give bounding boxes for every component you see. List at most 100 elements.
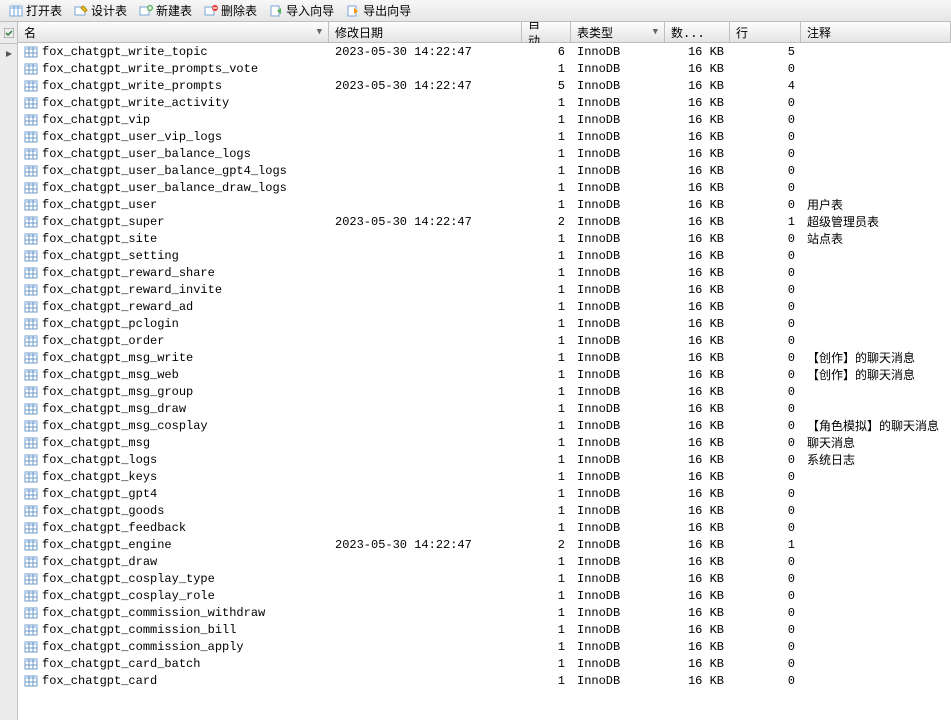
header-rows[interactable]: 行	[730, 22, 801, 42]
row-size: 16 KB	[665, 436, 730, 450]
row-name: fox_chatgpt_cosplay_role	[42, 589, 215, 603]
table-row[interactable]: fox_chatgpt_user1InnoDB16 KB0用户表	[18, 196, 951, 213]
row-comment: 【角色模拟】的聊天消息	[801, 417, 951, 434]
table-row[interactable]: fox_chatgpt_order1InnoDB16 KB0	[18, 332, 951, 349]
table-row[interactable]: fox_chatgpt_pclogin1InnoDB16 KB0	[18, 315, 951, 332]
table-row[interactable]: fox_chatgpt_msg_cosplay1InnoDB16 KB0【角色模…	[18, 417, 951, 434]
table-icon	[24, 96, 38, 110]
new-table-label: 新建表	[156, 2, 192, 19]
table-row[interactable]: fox_chatgpt_reward_ad1InnoDB16 KB0	[18, 298, 951, 315]
row-type: InnoDB	[571, 487, 665, 501]
row-name: fox_chatgpt_write_prompts	[42, 79, 222, 93]
table-row[interactable]: fox_chatgpt_user_balance_logs1InnoDB16 K…	[18, 145, 951, 162]
side-tick-icon[interactable]	[0, 22, 17, 44]
design-table-button[interactable]: 设计表	[69, 1, 132, 20]
table-icon	[24, 266, 38, 280]
table-row[interactable]: fox_chatgpt_engine2023-05-30 14:22:472In…	[18, 536, 951, 553]
row-name: fox_chatgpt_commission_apply	[42, 640, 244, 654]
import-wizard-label: 导入向导	[286, 2, 334, 19]
table-row[interactable]: fox_chatgpt_user_balance_gpt4_logs1InnoD…	[18, 162, 951, 179]
header-name[interactable]: 名 ▼	[18, 22, 329, 42]
row-name: fox_chatgpt_msg_group	[42, 385, 193, 399]
table-row[interactable]: fox_chatgpt_commission_withdraw1InnoDB16…	[18, 604, 951, 621]
table-row[interactable]: fox_chatgpt_msg1InnoDB16 KB0聊天消息	[18, 434, 951, 451]
header-modified[interactable]: 修改日期	[329, 22, 522, 42]
table-row[interactable]: fox_chatgpt_write_activity1InnoDB16 KB0	[18, 94, 951, 111]
table-row[interactable]: fox_chatgpt_user_vip_logs1InnoDB16 KB0	[18, 128, 951, 145]
table-icon	[24, 45, 38, 59]
delete-table-button[interactable]: 删除表	[199, 1, 262, 20]
design-table-label: 设计表	[91, 2, 127, 19]
new-table-button[interactable]: 新建表	[134, 1, 197, 20]
row-type: InnoDB	[571, 317, 665, 331]
side-arrow-icon[interactable]	[0, 44, 17, 720]
table-row[interactable]: fox_chatgpt_msg_draw1InnoDB16 KB0	[18, 400, 951, 417]
table-row[interactable]: fox_chatgpt_reward_invite1InnoDB16 KB0	[18, 281, 951, 298]
table-icon	[24, 351, 38, 365]
table-row[interactable]: fox_chatgpt_gpt41InnoDB16 KB0	[18, 485, 951, 502]
row-type: InnoDB	[571, 385, 665, 399]
row-size: 16 KB	[665, 232, 730, 246]
import-wizard-button[interactable]: 导入向导	[264, 1, 339, 20]
table-row[interactable]: fox_chatgpt_keys1InnoDB16 KB0	[18, 468, 951, 485]
row-modified: 2023-05-30 14:22:47	[329, 79, 522, 93]
table-row[interactable]: fox_chatgpt_feedback1InnoDB16 KB0	[18, 519, 951, 536]
row-name: fox_chatgpt_user_balance_logs	[42, 147, 251, 161]
table-row[interactable]: fox_chatgpt_write_prompts_vote1InnoDB16 …	[18, 60, 951, 77]
header-type-label: 表类型	[577, 24, 613, 41]
table-row[interactable]: fox_chatgpt_write_prompts 2023-05-30 14:2…	[18, 77, 951, 94]
row-size: 16 KB	[665, 96, 730, 110]
row-auto: 1	[522, 674, 571, 688]
table-row[interactable]: fox_chatgpt_setting1InnoDB16 KB0	[18, 247, 951, 264]
table-row[interactable]: fox_chatgpt_cosplay_role1InnoDB16 KB0	[18, 587, 951, 604]
row-rows: 0	[730, 232, 801, 246]
row-auto: 1	[522, 504, 571, 518]
row-rows: 4	[730, 79, 801, 93]
table-row[interactable]: fox_chatgpt_draw1InnoDB16 KB0	[18, 553, 951, 570]
row-comment: 【创作】的聊天消息	[801, 366, 951, 383]
table-icon	[24, 130, 38, 144]
table-row[interactable]: fox_chatgpt_site1InnoDB16 KB0站点表	[18, 230, 951, 247]
row-size: 16 KB	[665, 555, 730, 569]
table-row[interactable]: fox_chatgpt_logs1InnoDB16 KB0系统日志	[18, 451, 951, 468]
row-size: 16 KB	[665, 674, 730, 688]
grid-body[interactable]: fox_chatgpt_write_topic2023-05-30 14:22:…	[18, 43, 951, 720]
row-modified: 2023-05-30 14:22:47	[329, 45, 522, 59]
table-row[interactable]: fox_chatgpt_goods1InnoDB16 KB0	[18, 502, 951, 519]
table-row[interactable]: fox_chatgpt_card_batch1InnoDB16 KB0	[18, 655, 951, 672]
row-auto: 1	[522, 657, 571, 671]
table-row[interactable]: fox_chatgpt_msg_group1InnoDB16 KB0	[18, 383, 951, 400]
row-type: InnoDB	[571, 351, 665, 365]
row-auto: 1	[522, 640, 571, 654]
table-row[interactable]: fox_chatgpt_commission_bill1InnoDB16 KB0	[18, 621, 951, 638]
header-auto[interactable]: 自动...	[522, 22, 571, 42]
table-row[interactable]: fox_chatgpt_write_topic2023-05-30 14:22:…	[18, 43, 951, 60]
table-row[interactable]: fox_chatgpt_super2023-05-30 14:22:472Inn…	[18, 213, 951, 230]
row-type: InnoDB	[571, 79, 665, 93]
table-row[interactable]: fox_chatgpt_user_balance_draw_logs1InnoD…	[18, 179, 951, 196]
export-wizard-button[interactable]: 导出向导	[341, 1, 416, 20]
row-rows: 0	[730, 385, 801, 399]
table-row[interactable]: fox_chatgpt_cosplay_type1InnoDB16 KB0	[18, 570, 951, 587]
table-row[interactable]: fox_chatgpt_card1InnoDB16 KB0	[18, 672, 951, 689]
row-type: InnoDB	[571, 334, 665, 348]
header-comment[interactable]: 注释	[801, 22, 951, 42]
row-type: InnoDB	[571, 164, 665, 178]
header-type[interactable]: 表类型 ▼	[571, 22, 665, 42]
table-row[interactable]: fox_chatgpt_commission_apply1InnoDB16 KB…	[18, 638, 951, 655]
row-type: InnoDB	[571, 623, 665, 637]
open-table-button[interactable]: 打开表	[4, 1, 67, 20]
row-type: InnoDB	[571, 402, 665, 416]
table-icon	[24, 334, 38, 348]
table-row[interactable]: fox_chatgpt_msg_write1InnoDB16 KB0【创作】的聊…	[18, 349, 951, 366]
row-name: fox_chatgpt_setting	[42, 249, 179, 263]
table-row[interactable]: fox_chatgpt_msg_web1InnoDB16 KB0【创作】的聊天消…	[18, 366, 951, 383]
row-name: fox_chatgpt_commission_bill	[42, 623, 236, 637]
table-row[interactable]: fox_chatgpt_reward_share1InnoDB16 KB0	[18, 264, 951, 281]
table-row[interactable]: fox_chatgpt_vip1InnoDB16 KB0	[18, 111, 951, 128]
row-auto: 1	[522, 368, 571, 382]
row-auto: 1	[522, 334, 571, 348]
row-comment: 用户表	[801, 196, 951, 213]
header-size[interactable]: 数...	[665, 22, 730, 42]
row-size: 16 KB	[665, 147, 730, 161]
